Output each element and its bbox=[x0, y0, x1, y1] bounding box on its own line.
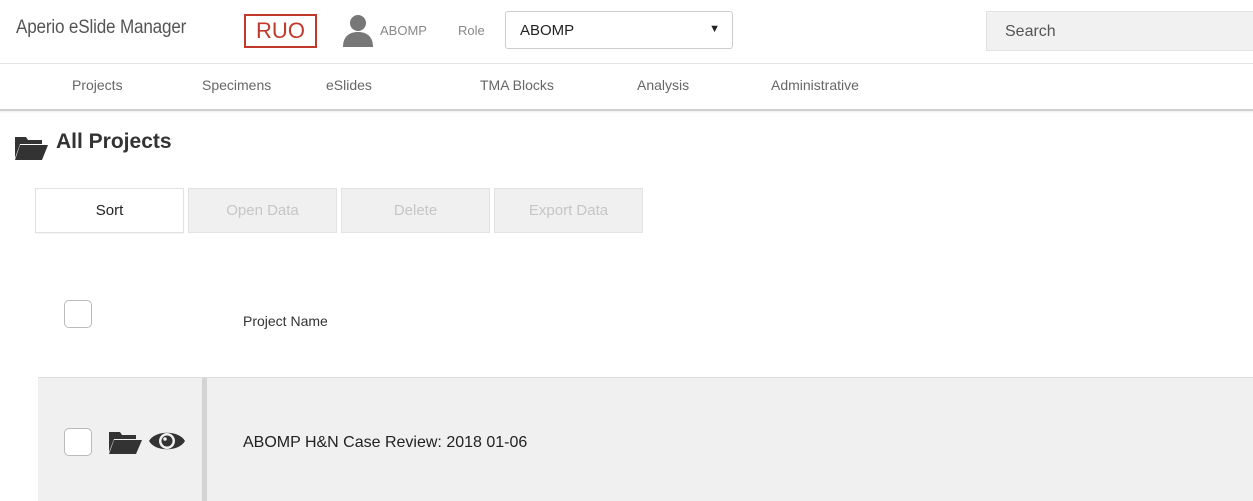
search-placeholder: Search bbox=[1005, 23, 1056, 40]
nav-item-specimens[interactable]: Specimens bbox=[202, 77, 271, 93]
user-icon bbox=[343, 15, 373, 47]
open-data-button[interactable]: Open Data bbox=[188, 188, 337, 233]
folder-open-icon[interactable] bbox=[108, 430, 142, 454]
column-header-project-name[interactable]: Project Name bbox=[243, 313, 328, 329]
nav-item-tma-blocks[interactable]: TMA Blocks bbox=[480, 77, 554, 93]
project-name-cell[interactable]: ABOMP H&N Case Review: 2018 01-06 bbox=[243, 434, 527, 452]
app-title[interactable]: Aperio eSlide Manager bbox=[16, 17, 186, 39]
caret-down-icon: ▼ bbox=[709, 23, 720, 35]
search-input[interactable]: Search bbox=[986, 11, 1253, 51]
role-select-value: ABOMP bbox=[520, 22, 575, 39]
nav-item-analysis[interactable]: Analysis bbox=[637, 77, 689, 93]
nav-item-projects[interactable]: Projects bbox=[72, 77, 123, 93]
folder-open-icon bbox=[15, 137, 48, 160]
sort-button[interactable]: Sort bbox=[35, 188, 184, 233]
main-nav: Projects Specimens eSlides TMA Blocks An… bbox=[0, 64, 1253, 111]
export-data-button[interactable]: Export Data bbox=[494, 188, 643, 233]
row-divider bbox=[202, 378, 207, 501]
delete-button[interactable]: Delete bbox=[341, 188, 490, 233]
select-all-checkbox[interactable] bbox=[64, 300, 92, 328]
eye-icon[interactable] bbox=[148, 427, 186, 455]
role-select[interactable]: ABOMP ▼ bbox=[505, 11, 733, 49]
page-title: All Projects bbox=[56, 130, 172, 153]
table-row[interactable]: ABOMP H&N Case Review: 2018 01-06 bbox=[38, 377, 1253, 501]
user-name[interactable]: ABOMP bbox=[380, 23, 427, 38]
role-label: Role bbox=[458, 23, 485, 38]
nav-item-administrative[interactable]: Administrative bbox=[771, 77, 859, 93]
row-checkbox[interactable] bbox=[64, 428, 92, 456]
app-header: Aperio eSlide Manager RUO ABOMP Role ABO… bbox=[0, 0, 1253, 64]
ruo-badge: RUO bbox=[244, 14, 317, 48]
nav-item-eslides[interactable]: eSlides bbox=[326, 77, 372, 93]
